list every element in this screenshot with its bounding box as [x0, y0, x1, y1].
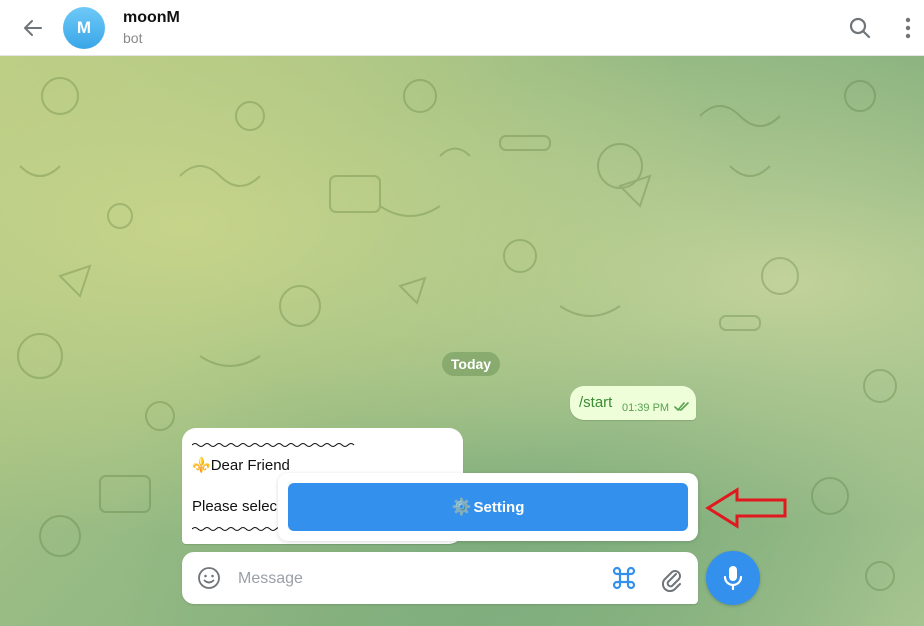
message-text: /start — [579, 394, 613, 411]
chat-status: bot — [123, 30, 143, 46]
paperclip-icon — [661, 570, 681, 593]
gear-icon: ⚙️ — [451, 499, 472, 516]
avatar[interactable]: M — [63, 7, 105, 49]
button-label: Setting — [473, 498, 525, 516]
command-icon — [612, 566, 636, 590]
message-time: 01:39 PM — [622, 402, 670, 414]
annotation-arrow-icon — [705, 487, 787, 529]
back-arrow-icon — [24, 20, 42, 36]
search-icon — [849, 17, 871, 39]
double-check-icon — [674, 402, 689, 412]
search-button[interactable] — [847, 15, 873, 41]
more-vertical-icon — [905, 17, 911, 39]
microphone-icon — [723, 566, 743, 591]
emoji-button[interactable] — [197, 566, 221, 590]
message-line: Please selec — [192, 498, 278, 515]
fleur-de-lis-icon: ⚜️ — [192, 457, 211, 474]
message-line: ⚜️Dear Friend — [192, 456, 290, 474]
record-voice-button[interactable] — [706, 551, 760, 605]
bot-commands-button[interactable] — [610, 564, 638, 592]
chat-header: M moonM bot — [0, 0, 924, 56]
back-button[interactable] — [18, 13, 48, 43]
outgoing-message[interactable]: /start 01:39 PM — [570, 386, 696, 420]
attach-button[interactable] — [658, 564, 684, 593]
message-input[interactable] — [236, 564, 600, 594]
more-options-button[interactable] — [897, 15, 919, 41]
bot-keyboard: ⚙️ Setting — [278, 473, 698, 541]
emoji-icon — [198, 567, 220, 589]
chat-title[interactable]: moonM — [123, 9, 180, 27]
setting-button[interactable]: ⚙️ Setting — [288, 483, 688, 531]
message-text: Dear Friend — [210, 457, 290, 474]
message-composer — [182, 552, 698, 604]
decorative-wave-divider — [192, 443, 355, 447]
date-separator: Today — [442, 352, 500, 376]
chat-background: Today /start 01:39 PM ⚜️Dear Friend Plea… — [0, 56, 924, 626]
